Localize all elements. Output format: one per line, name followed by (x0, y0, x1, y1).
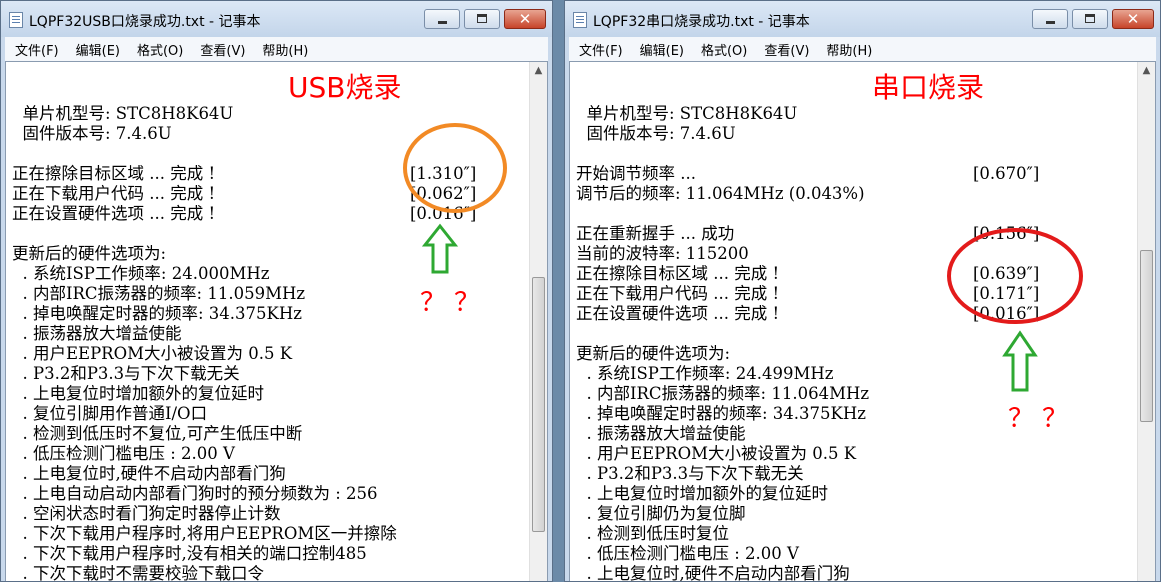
serial-arrow-icon (1002, 330, 1038, 392)
usb-arrow-icon (421, 223, 459, 274)
annotation-overlay (403, 123, 1083, 392)
serial-question-marks: ？？ (1008, 404, 1077, 434)
serial-annotation-heading: 串口烧录 (872, 71, 985, 104)
usb-timing-circle (403, 123, 507, 213)
serial-timing-circle (947, 228, 1083, 324)
